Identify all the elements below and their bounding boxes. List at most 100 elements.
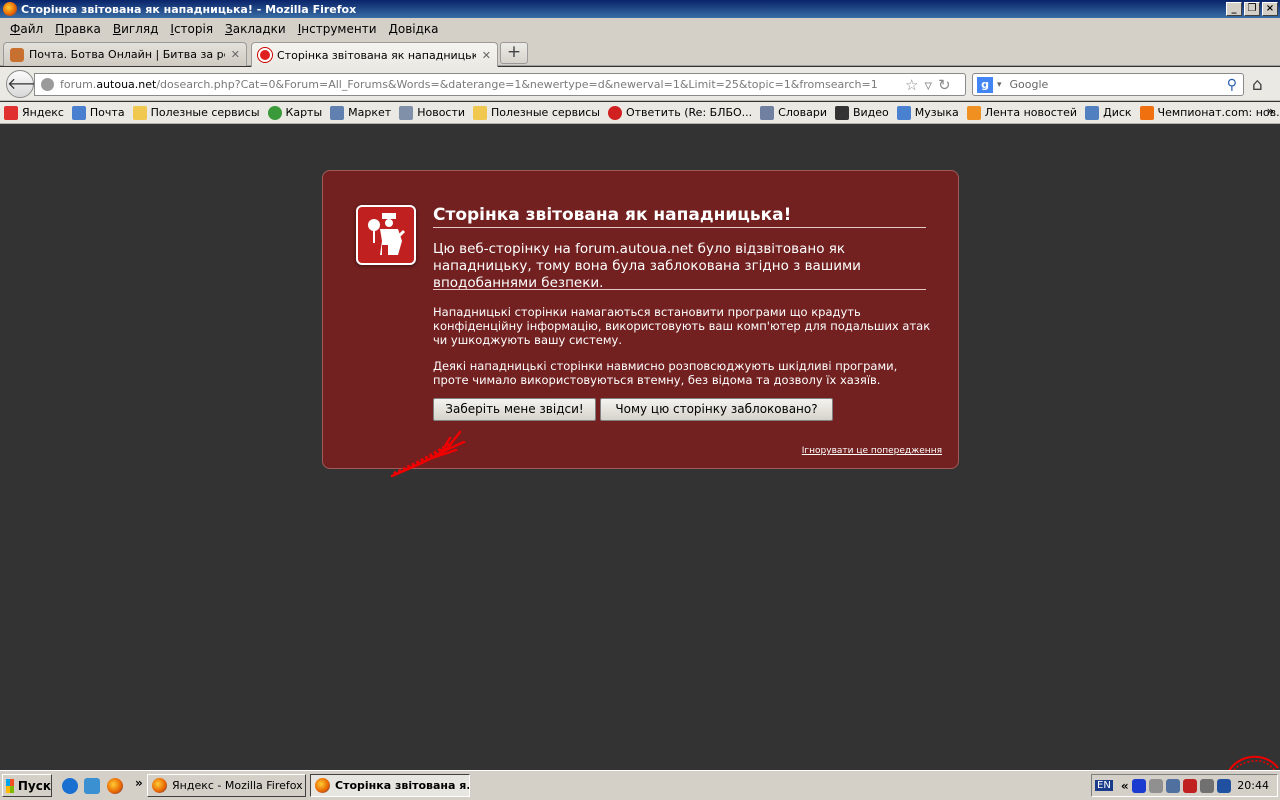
- bookmark-music[interactable]: Музыка: [896, 105, 959, 120]
- tab-label: Сторінка звітована як нападницька!: [277, 48, 476, 62]
- volume-icon[interactable]: [1216, 778, 1231, 793]
- bookmark-star-icon[interactable]: ☆: [905, 76, 924, 94]
- warning-description: Цю веб-сторінку на forum.autoua.net було…: [433, 241, 861, 291]
- blocked-page-icon: [258, 48, 272, 62]
- bookmark-dictionaries[interactable]: Словари: [760, 105, 827, 120]
- warning-paragraph-1: Нападницькі сторінки намагаються встанов…: [433, 305, 931, 347]
- wifi-icon[interactable]: [1148, 778, 1163, 793]
- bookmark-reply[interactable]: Ответить (Re: БЛБО...: [607, 105, 752, 120]
- network-icon[interactable]: [1165, 778, 1180, 793]
- tab-attack-page[interactable]: Сторінка звітована як нападницька! ✕: [251, 42, 498, 67]
- news-icon: [399, 105, 414, 120]
- taskbar: Пуск » Яндекс - Mozilla Firefox Сторінка…: [0, 770, 1280, 800]
- bookmark-news-feed[interactable]: Лента новостей: [966, 105, 1077, 120]
- bookmark-mail[interactable]: Почта: [71, 105, 125, 120]
- clock[interactable]: 20:44: [1237, 779, 1269, 792]
- bookmark-maps[interactable]: Карты: [267, 105, 322, 120]
- task-label: Сторінка звітована я...: [335, 779, 470, 792]
- language-indicator[interactable]: EN: [1095, 780, 1113, 791]
- bookmark-folder-services-2[interactable]: Полезные сервисы: [473, 105, 600, 120]
- bookmarks-overflow-icon[interactable]: »: [1267, 104, 1274, 118]
- tray-expand-icon[interactable]: «: [1121, 779, 1129, 793]
- disk-icon: [1085, 105, 1100, 120]
- page-content: Сторінка звітована як нападницька! Цю ве…: [0, 125, 1280, 769]
- dictionary-icon: [760, 105, 775, 120]
- windows-logo-icon: [6, 778, 14, 793]
- menu-help[interactable]: Довідка: [383, 22, 445, 36]
- market-icon: [330, 105, 345, 120]
- start-button[interactable]: Пуск: [2, 774, 52, 797]
- task-attack-page-firefox[interactable]: Сторінка звітована я...: [310, 774, 470, 797]
- reload-icon[interactable]: ↻: [938, 76, 957, 94]
- rss-icon: [966, 105, 981, 120]
- url-domain: autoua.net: [96, 78, 157, 91]
- folder-icon: [132, 105, 147, 120]
- botva-favicon-icon: [10, 47, 24, 62]
- url-bar-actions: ☆▿↻: [905, 76, 957, 94]
- police-officer-icon: [356, 205, 416, 265]
- window-title: Сторінка звітована як нападницька! - Moz…: [21, 2, 357, 16]
- divider: [433, 289, 926, 290]
- minimize-button[interactable]: _: [1226, 2, 1242, 16]
- close-tab-icon[interactable]: ✕: [482, 49, 491, 62]
- yandex-icon: [4, 105, 18, 120]
- warning-paragraph-2: Деякі нападницькі сторінки навмисно розп…: [433, 359, 898, 387]
- why-blocked-button[interactable]: Чому цю сторінку заблоковано?: [600, 398, 833, 421]
- bookmarks-bar: Яндекс Почта Полезные сервисы Карты Марк…: [0, 102, 1280, 124]
- app-icon[interactable]: [84, 778, 100, 794]
- firefox-icon[interactable]: [107, 778, 123, 794]
- menu-history[interactable]: Історія: [164, 22, 219, 36]
- search-bar[interactable]: g ▾ Google ⚲: [972, 73, 1244, 96]
- back-button[interactable]: 🡐: [6, 70, 50, 98]
- tray-app-icon[interactable]: [1199, 778, 1214, 793]
- firefox-icon: [152, 778, 167, 793]
- search-icon[interactable]: ⚲: [1227, 77, 1237, 93]
- close-window-button[interactable]: ×: [1262, 2, 1278, 16]
- bluetooth-icon[interactable]: [1131, 778, 1146, 793]
- new-tab-button[interactable]: +: [500, 42, 528, 64]
- url-path: /dosearch.php?Cat=0&Forum=All_Forums&Wor…: [156, 78, 878, 91]
- bookmark-championat[interactable]: Чемпионат.com: нов...: [1139, 105, 1280, 120]
- navigation-bar: 🡐 forum. autoua.net/dosearch.php?Cat=0&Fo…: [0, 67, 1280, 101]
- history-dropdown-icon[interactable]: ▿: [924, 76, 938, 94]
- site-identity-icon[interactable]: [41, 78, 54, 91]
- system-tray: EN « 20:44: [1091, 774, 1278, 797]
- url-bar[interactable]: forum. autoua.net/dosearch.php?Cat=0&Foru…: [34, 73, 966, 96]
- home-icon[interactable]: ⌂: [1252, 75, 1263, 95]
- firefox-icon: [3, 2, 17, 16]
- search-input[interactable]: Google: [1010, 78, 1049, 91]
- maps-icon: [267, 105, 282, 120]
- quicklaunch-overflow-icon[interactable]: »: [135, 776, 143, 790]
- menu-edit[interactable]: Правка: [49, 22, 107, 36]
- get-me-out-button[interactable]: Заберіть мене звідси!: [433, 398, 596, 421]
- antivirus-icon[interactable]: [1182, 778, 1197, 793]
- tab-label: Почта. Ботва Онлайн | Битва за реаль...: [29, 48, 225, 61]
- menu-bookmarks[interactable]: Закладки: [219, 22, 292, 36]
- menu-tools[interactable]: Інструменти: [292, 22, 383, 36]
- task-yandex-firefox[interactable]: Яндекс - Mozilla Firefox: [147, 774, 306, 797]
- menu-file[interactable]: Файл: [4, 22, 49, 36]
- tab-botva[interactable]: Почта. Ботва Онлайн | Битва за реаль... …: [3, 42, 247, 66]
- red-scribble-arrow: [390, 430, 466, 478]
- restore-button[interactable]: ❐: [1244, 2, 1260, 16]
- divider: [433, 227, 926, 228]
- bookmark-news[interactable]: Новости: [399, 105, 465, 120]
- bookmark-disk[interactable]: Диск: [1085, 105, 1132, 120]
- music-icon: [896, 105, 911, 120]
- search-engine-dropdown-icon[interactable]: ▾: [997, 80, 1002, 90]
- close-tab-icon[interactable]: ✕: [231, 48, 240, 61]
- bookmark-yandex[interactable]: Яндекс: [4, 105, 64, 120]
- championat-icon: [1139, 105, 1154, 120]
- bookmark-folder-services[interactable]: Полезные сервисы: [132, 105, 260, 120]
- bookmark-video[interactable]: Видео: [834, 105, 889, 120]
- mail-icon: [71, 105, 86, 120]
- start-label: Пуск: [17, 778, 51, 793]
- task-label: Яндекс - Mozilla Firefox: [172, 779, 303, 792]
- google-icon[interactable]: g: [977, 76, 993, 93]
- ignore-warning-link[interactable]: Ігнорувати це попередження: [802, 446, 942, 456]
- menu-bar: Файл Правка Вигляд Історія Закладки Інст…: [0, 18, 1280, 40]
- ie-icon[interactable]: [62, 778, 78, 794]
- bookmark-market[interactable]: Маркет: [330, 105, 391, 120]
- menu-view[interactable]: Вигляд: [107, 22, 165, 36]
- firefox-icon: [315, 778, 330, 793]
